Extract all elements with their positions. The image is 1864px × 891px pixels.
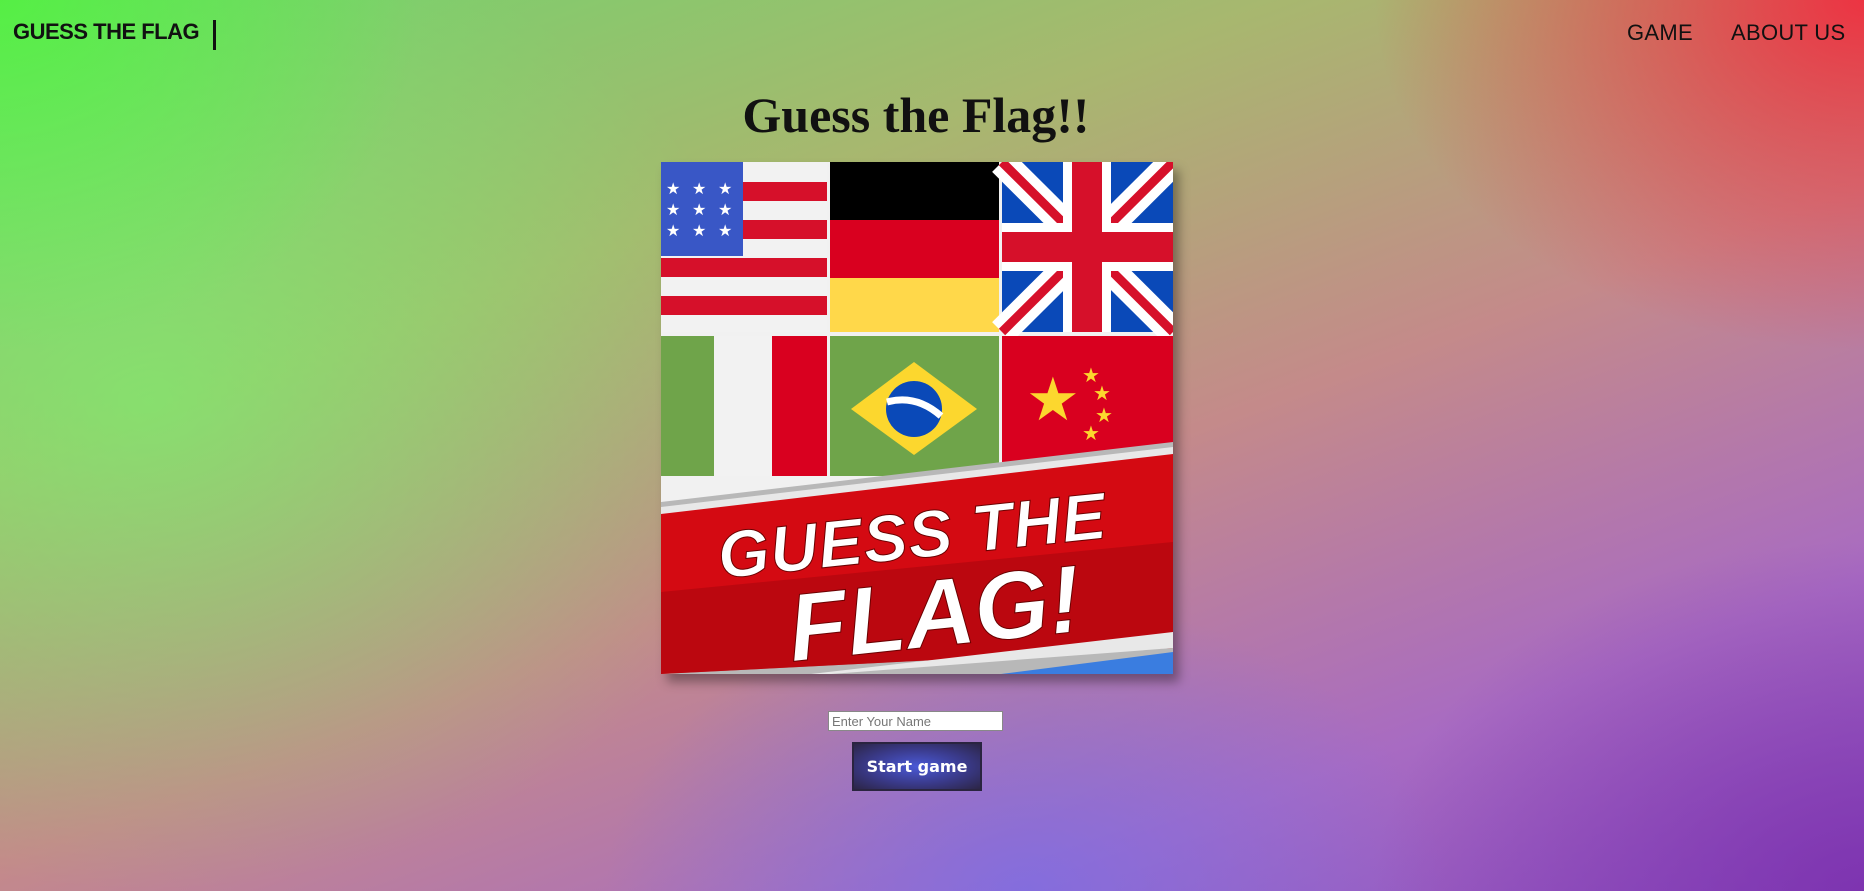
svg-text:★: ★: [666, 179, 680, 198]
svg-text:★: ★: [1026, 365, 1080, 435]
svg-text:★: ★: [692, 221, 706, 240]
svg-text:★: ★: [692, 179, 706, 198]
start-game-button[interactable]: Start game: [852, 742, 982, 791]
germany-flag: [830, 162, 999, 332]
svg-text:★: ★: [666, 221, 680, 240]
svg-text:★: ★: [666, 200, 680, 219]
svg-text:★: ★: [692, 200, 706, 219]
nav-link-game[interactable]: GAME: [1627, 20, 1693, 46]
brand-logo[interactable]: GUESS THE FLAG: [13, 19, 200, 45]
italy-flag: [661, 336, 827, 476]
svg-text:★: ★: [718, 221, 732, 240]
name-input[interactable]: [828, 711, 1003, 731]
svg-text:★: ★: [1082, 421, 1100, 445]
usa-flag: ★ ★ ★ ★ ★ ★ ★ ★ ★: [661, 162, 827, 332]
svg-text:★: ★: [718, 200, 732, 219]
page-title: Guess the Flag!!: [742, 87, 1090, 143]
nav-link-about-us[interactable]: ABOUT US: [1731, 20, 1845, 46]
navbar: GUESS THE FLAG GAME ABOUT US: [0, 0, 1864, 70]
brand-divider: [213, 20, 216, 50]
hero-image: ★ ★ ★ ★ ★ ★ ★ ★ ★ ★ ★ ★ ★ ★ GUESS THE FL…: [661, 162, 1173, 674]
brazil-flag: [830, 336, 999, 476]
svg-text:★: ★: [1093, 381, 1111, 405]
svg-text:★: ★: [718, 179, 732, 198]
uk-flag: [992, 162, 1173, 342]
